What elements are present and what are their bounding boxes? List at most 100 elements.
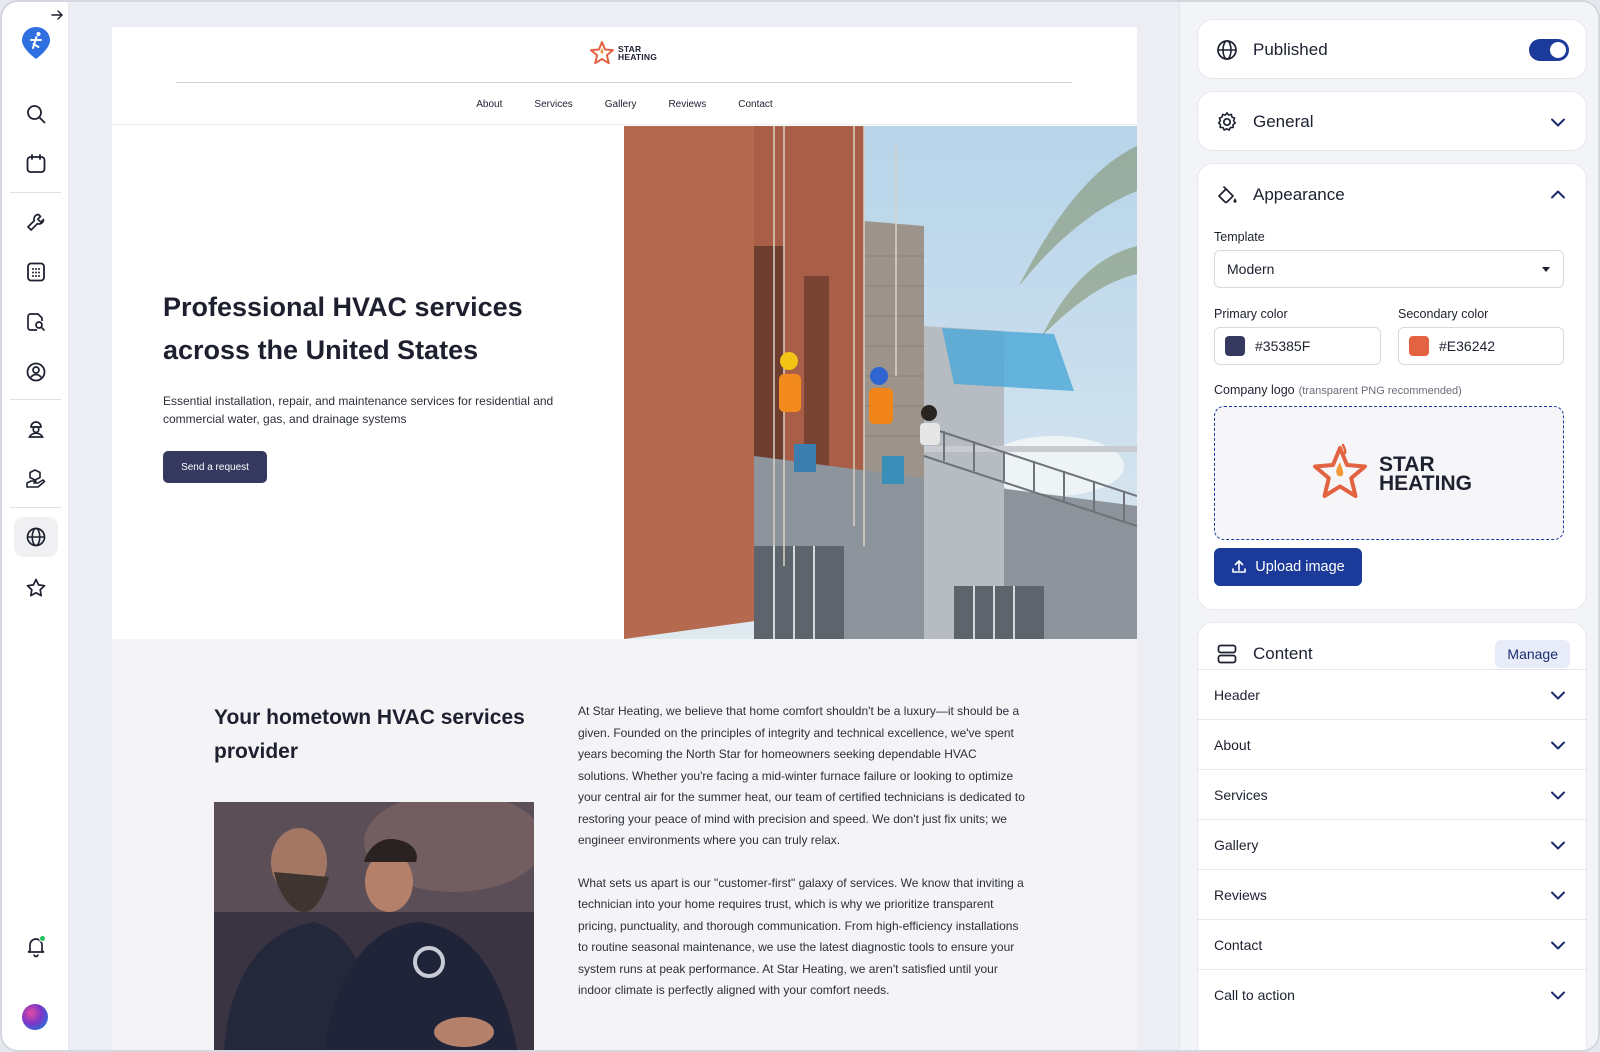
content-section-label: Reviews (1214, 886, 1267, 903)
notification-dot (39, 935, 46, 942)
general-label: General (1253, 112, 1314, 131)
company-logo-label: Company logo (transparent PNG recommended… (1214, 383, 1462, 397)
logo-dropzone[interactable]: STAR HEATING (1214, 406, 1564, 540)
primary-color-label: Primary color (1214, 307, 1288, 321)
secondary-color-field[interactable]: #E36242 (1398, 327, 1564, 365)
content-section-contact[interactable]: Contact (1198, 919, 1586, 969)
content-section-services[interactable]: Services (1198, 769, 1586, 819)
rail-notifications[interactable] (14, 926, 58, 966)
hero-image (624, 126, 1137, 639)
about-title: Your hometown HVAC services provider (214, 706, 525, 763)
rail-divider (10, 507, 61, 508)
site-nav-gallery[interactable]: Gallery (605, 99, 637, 110)
secondary-color-value: #E36242 (1439, 338, 1496, 354)
general-card[interactable]: General (1197, 91, 1587, 151)
chevron-down-icon[interactable] (1549, 786, 1567, 804)
chevron-down-icon[interactable] (1549, 736, 1567, 754)
site-nav-reviews[interactable]: Reviews (668, 99, 706, 110)
about-text: At Star Heating, we believe that home co… (578, 701, 1028, 1002)
about-paragraph-1: At Star Heating, we believe that home co… (578, 704, 1025, 847)
dropdown-caret-icon (1542, 267, 1550, 272)
upload-icon (1232, 560, 1247, 573)
primary-color-value: #35385F (1255, 338, 1311, 354)
star-flame-logo-icon (1313, 443, 1367, 498)
app-logo[interactable] (21, 26, 51, 60)
site-page: STAR HEATING About Services Gallery Revi… (112, 27, 1137, 1050)
content-section-gallery[interactable]: Gallery (1198, 819, 1586, 869)
published-toggle[interactable] (1529, 39, 1569, 61)
hero-text: Essential installation, repair, and main… (163, 394, 554, 426)
upload-image-label: Upload image (1255, 559, 1345, 575)
chevron-down-icon[interactable] (1549, 986, 1567, 1004)
appearance-card: Appearance Template Modern Primary color… (1197, 163, 1587, 610)
upload-image-button[interactable]: Upload image (1214, 548, 1362, 586)
content-section-reviews[interactable]: Reviews (1198, 869, 1586, 919)
document-search-icon (27, 313, 45, 331)
content-section-label: About (1214, 736, 1251, 753)
general-header[interactable]: General (1198, 92, 1586, 152)
calendar-icon (26, 154, 46, 173)
website-preview: STAR HEATING About Services Gallery Revi… (69, 2, 1179, 1050)
manage-button[interactable]: Manage (1495, 640, 1570, 668)
header-rule (176, 82, 1072, 83)
rail-customers[interactable] (14, 352, 58, 392)
about-paragraph-2: What sets us apart is our "customer-firs… (578, 875, 1024, 998)
avatar[interactable] (22, 1004, 48, 1030)
app-window: STAR HEATING About Services Gallery Revi… (0, 0, 1600, 1052)
site-logo[interactable]: STAR HEATING (588, 39, 657, 67)
rail-calendar[interactable] (14, 144, 58, 184)
content-section-about[interactable]: About (1198, 719, 1586, 769)
settings-panel: Published General Appearance Template Mo… (1179, 2, 1598, 1050)
rail-jobs[interactable] (14, 202, 58, 242)
rail-divider (10, 399, 61, 400)
rail-documents[interactable] (14, 302, 58, 342)
send-request-button[interactable]: Send a request (163, 451, 267, 483)
site-nav-about[interactable]: About (476, 99, 502, 110)
content-section-label: Gallery (1214, 836, 1259, 853)
calculator-icon (27, 262, 45, 282)
site-nav: About Services Gallery Reviews Contact (112, 99, 1137, 110)
rail-website[interactable] (14, 517, 58, 557)
content-section-header[interactable]: Header (1198, 669, 1586, 719)
nav-rail (2, 2, 69, 1050)
company-logo-hint: (transparent PNG recommended) (1298, 385, 1462, 397)
star-flame-logo-icon (590, 41, 614, 65)
company-logo-label-text: Company logo (1214, 383, 1295, 397)
content-label: Content (1253, 644, 1313, 663)
primary-color-swatch[interactable] (1225, 336, 1245, 356)
secondary-color-swatch[interactable] (1409, 336, 1429, 356)
template-select[interactable]: Modern (1214, 250, 1564, 288)
about-photo (214, 802, 534, 1050)
chevron-down-icon[interactable] (1549, 886, 1567, 904)
rail-inventory[interactable] (14, 459, 58, 499)
chevron-up-icon[interactable] (1549, 186, 1567, 204)
chevron-down-icon[interactable] (1549, 686, 1567, 704)
site-header: STAR HEATING About Services Gallery Revi… (112, 27, 1137, 125)
site-nav-services[interactable]: Services (534, 99, 572, 110)
appearance-header[interactable]: Appearance (1198, 164, 1586, 226)
template-value: Modern (1227, 261, 1275, 277)
rail-divider (10, 192, 61, 193)
rail-technicians[interactable] (14, 409, 58, 449)
layout-sections-icon (1217, 644, 1237, 664)
company-logo-preview: STAR HEATING (1307, 442, 1472, 506)
hero-title: Professional HVAC services across the Un… (163, 292, 523, 365)
content-section-label: Services (1214, 786, 1268, 803)
expand-arrow-icon[interactable] (50, 8, 64, 22)
about-section: Your hometown HVAC services provider At … (112, 639, 1137, 1050)
content-section-label: Header (1214, 686, 1260, 703)
site-nav-contact[interactable]: Contact (738, 99, 772, 110)
rail-search[interactable] (14, 94, 58, 134)
rail-estimates[interactable] (14, 252, 58, 292)
gear-icon (1217, 112, 1237, 131)
primary-color-field[interactable]: #35385F (1214, 327, 1381, 365)
content-section-call-to-action[interactable]: Call to action (1198, 969, 1586, 1019)
content-card: Content Manage Header About Services Gal… (1197, 622, 1587, 1050)
published-label: Published (1253, 40, 1328, 59)
chevron-down-icon[interactable] (1549, 936, 1567, 954)
appearance-label: Appearance (1253, 185, 1345, 204)
rail-reviews[interactable] (14, 568, 58, 608)
chevron-down-icon[interactable] (1549, 836, 1567, 854)
search-icon (27, 105, 46, 124)
chevron-down-icon[interactable] (1549, 113, 1567, 131)
